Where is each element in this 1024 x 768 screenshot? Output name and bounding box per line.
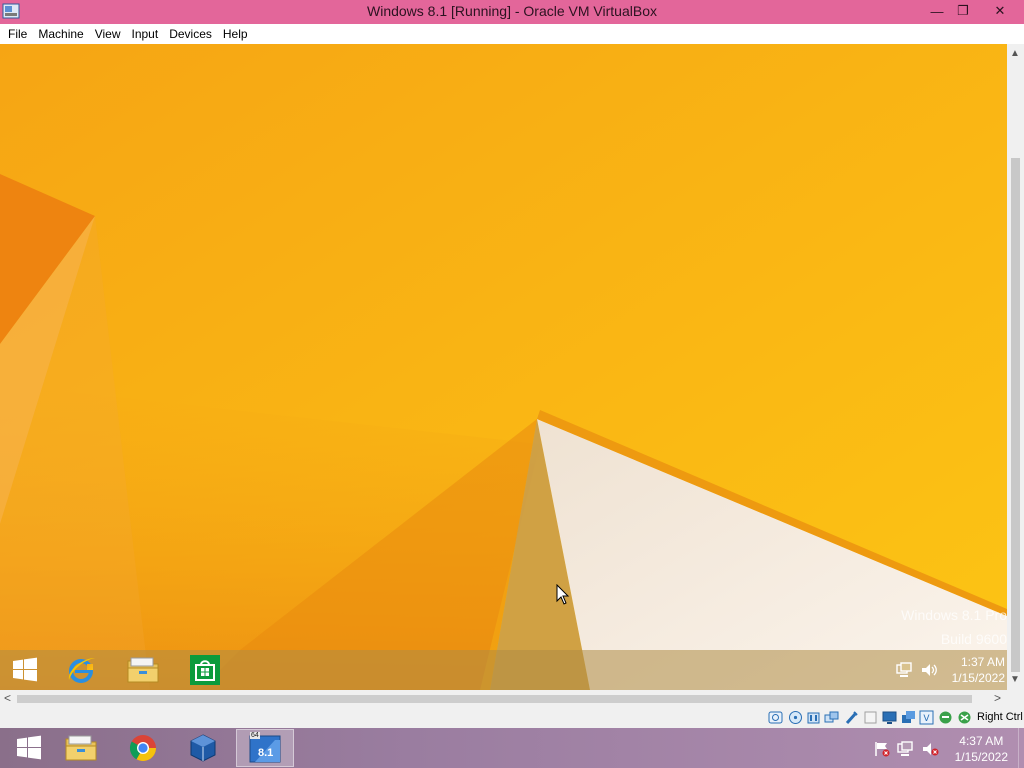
internet-explorer-icon (68, 658, 95, 683)
host-key-label[interactable]: Right Ctrl (977, 711, 1023, 723)
host-taskbar: 64 8.1 4:37 AM 1/15/2022 (0, 728, 1024, 768)
vm-button-label: 8.1 (258, 747, 274, 759)
os-watermark-line1: Windows 8.1 Pro (901, 607, 1007, 623)
menu-input[interactable]: Input (128, 25, 163, 43)
guest-ie-button[interactable] (56, 652, 106, 688)
host-date: 1/15/2022 (954, 750, 1008, 764)
menu-view[interactable]: View (91, 25, 125, 43)
show-desktop-button[interactable] (1018, 728, 1024, 768)
close-button[interactable]: ✕ (980, 0, 1020, 22)
horizontal-scrollbar[interactable]: < > (0, 690, 1007, 707)
guest-explorer-button[interactable] (118, 652, 168, 688)
host-explorer-button[interactable] (52, 729, 110, 767)
audio-icon[interactable] (806, 710, 821, 725)
guest-store-button[interactable] (180, 652, 230, 688)
restore-button[interactable]: ❐ (948, 0, 978, 22)
guest-screen[interactable]: Windows 8.1 Pro Build 9600 1:37 AM 1/15/… (0, 44, 1007, 690)
action-center-flag-icon[interactable] (873, 741, 891, 757)
scroll-right-arrow-icon[interactable]: > (994, 691, 1001, 705)
mouse-integration-icon[interactable] (938, 710, 953, 725)
scrollbar-corner (1007, 690, 1024, 707)
desktop-wallpaper (0, 44, 1007, 690)
windows-8-1-vm-icon: 64 8.1 (249, 732, 281, 764)
scroll-down-arrow-icon[interactable]: ▼ (1010, 674, 1020, 685)
vm-status-bar: V Right Ctrl (0, 707, 1024, 728)
os-watermark-line2: Build 9600 (940, 631, 1007, 647)
virtualbox-icon (190, 734, 216, 762)
host-virtualbox-button[interactable] (174, 729, 232, 767)
file-explorer-icon (127, 657, 159, 683)
start-icon (13, 657, 37, 682)
guest-time: 1:37 AM (960, 655, 1005, 669)
chrome-icon (129, 735, 157, 762)
scroll-up-arrow-icon[interactable]: ▲ (1010, 48, 1020, 59)
menu-devices[interactable]: Devices (165, 25, 216, 43)
network-icon[interactable] (896, 662, 914, 678)
host-time: 4:37 AM (959, 734, 1004, 748)
file-explorer-icon (65, 735, 97, 761)
store-icon (190, 655, 220, 685)
vertical-scrollbar[interactable]: ▲ ▼ (1007, 44, 1024, 690)
start-icon (17, 735, 41, 760)
guest-taskbar: 1:37 AM 1/15/2022 (0, 650, 1007, 690)
host-clock[interactable]: 4:37 AM 1/15/2022 (955, 733, 1008, 765)
virtualization-icon[interactable]: V (919, 710, 934, 725)
svg-text:V: V (923, 714, 930, 724)
video-capture-icon[interactable] (901, 710, 916, 725)
window-titlebar[interactable]: Windows 8.1 [Running] - Oracle VM Virtua… (0, 0, 1024, 24)
keyboard-icon[interactable] (957, 710, 972, 725)
usb-icon[interactable] (844, 710, 859, 725)
scroll-left-arrow-icon[interactable]: < (4, 691, 11, 705)
mouse-cursor-icon (556, 584, 570, 605)
guest-clock[interactable]: 1:37 AM 1/15/2022 (952, 654, 1005, 686)
horizontal-scroll-thumb[interactable] (17, 695, 972, 703)
shared-folders-icon[interactable] (863, 710, 878, 725)
menu-machine[interactable]: Machine (34, 25, 87, 43)
vertical-scroll-thumb[interactable] (1011, 158, 1020, 672)
host-chrome-button[interactable] (114, 729, 172, 767)
hard-disk-icon[interactable] (768, 710, 783, 725)
display-icon[interactable] (882, 710, 897, 725)
volume-muted-icon[interactable] (921, 741, 939, 757)
volume-icon[interactable] (920, 662, 938, 678)
menu-file[interactable]: File (4, 25, 31, 43)
host-vm-window-button[interactable]: 64 8.1 (236, 729, 294, 767)
menu-bar: File Machine View Input Devices Help (0, 24, 1024, 44)
menu-help[interactable]: Help (219, 25, 252, 43)
optical-drive-icon[interactable] (788, 710, 803, 725)
vm-badge: 64 (250, 732, 260, 739)
network-adapter-icon[interactable] (824, 710, 839, 725)
network-icon[interactable] (897, 741, 915, 757)
guest-date: 1/15/2022 (951, 671, 1005, 685)
window-title: Windows 8.1 [Running] - Oracle VM Virtua… (367, 3, 657, 19)
host-start-button[interactable] (0, 729, 58, 767)
guest-start-button[interactable] (0, 652, 50, 688)
